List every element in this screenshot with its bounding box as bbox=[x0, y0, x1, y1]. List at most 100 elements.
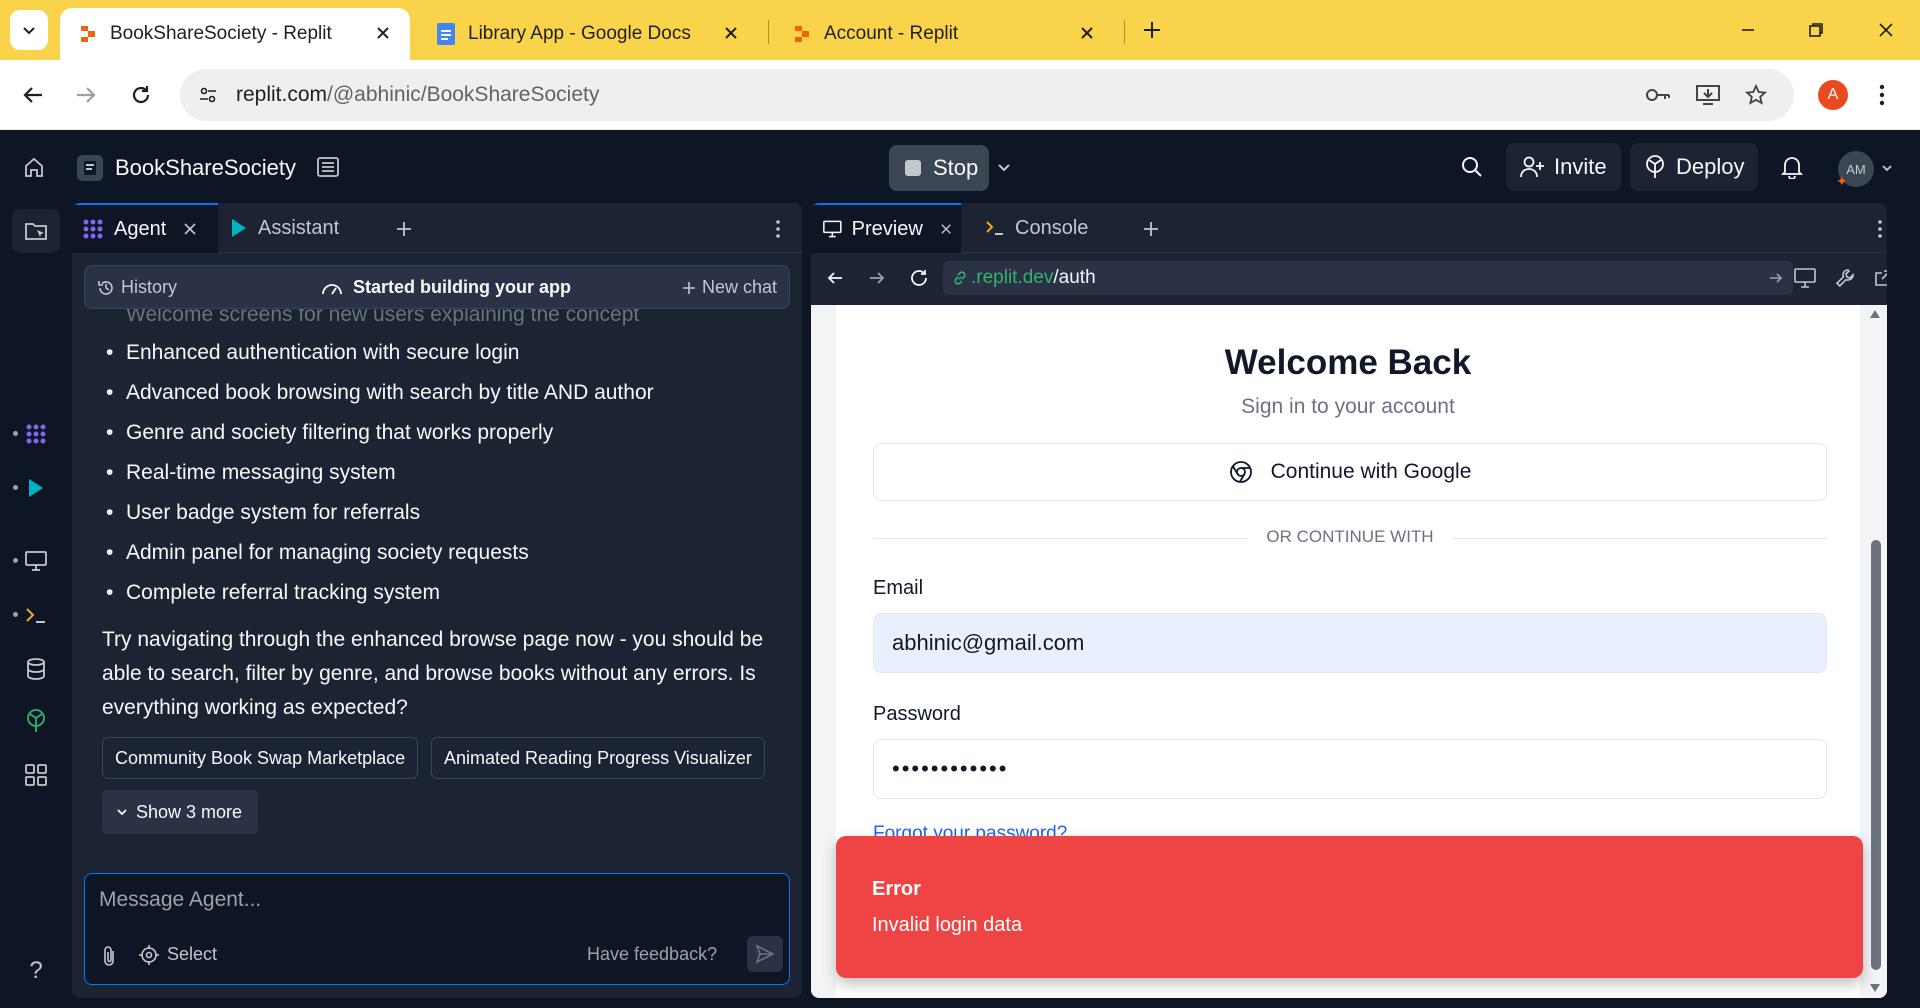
chevron-down-icon[interactable] bbox=[1878, 159, 1896, 177]
search-icon bbox=[1462, 157, 1482, 177]
minimize-icon bbox=[1742, 29, 1754, 31]
stop-button[interactable]: Stop bbox=[889, 145, 989, 191]
minimize-button[interactable] bbox=[1728, 12, 1768, 48]
browser-tab-replit[interactable]: BookShareSociety - Replit bbox=[60, 8, 410, 60]
open-new-tab-button[interactable] bbox=[1871, 266, 1887, 290]
help-button[interactable]: ? bbox=[24, 955, 48, 987]
reload-icon bbox=[911, 270, 927, 286]
close-icon[interactable] bbox=[1076, 22, 1098, 44]
preview-scrollbar[interactable] bbox=[1863, 305, 1887, 998]
close-icon[interactable] bbox=[184, 223, 196, 235]
run-options-button[interactable] bbox=[992, 155, 1016, 179]
email-field[interactable]: abhinic@gmail.com bbox=[873, 613, 1827, 673]
browser-tab-google-docs[interactable]: Library App - Google Docs bbox=[418, 8, 758, 60]
close-window-button[interactable] bbox=[1866, 12, 1906, 48]
password-key-icon[interactable] bbox=[1644, 81, 1672, 109]
preview-forward-button[interactable] bbox=[865, 266, 889, 290]
arrow-left-icon bbox=[827, 272, 842, 284]
scrollbar-thumb[interactable] bbox=[1871, 540, 1881, 970]
close-icon[interactable] bbox=[941, 223, 951, 235]
agent-icon bbox=[83, 219, 103, 239]
browser-tab-account[interactable]: Account - Replit bbox=[774, 8, 1114, 60]
profile-avatar[interactable]: A bbox=[1818, 80, 1848, 110]
add-tab-button[interactable] bbox=[391, 216, 417, 242]
tab-agent[interactable]: Agent bbox=[72, 203, 218, 253]
tab-console-label: Console bbox=[1015, 216, 1089, 239]
replit-icon bbox=[76, 22, 100, 46]
back-button[interactable] bbox=[15, 77, 51, 113]
more-vertical-icon bbox=[776, 220, 780, 238]
panel-menu-button[interactable] bbox=[768, 217, 788, 241]
preview-reload-button[interactable] bbox=[907, 266, 931, 290]
add-tab-button[interactable] bbox=[1138, 216, 1164, 242]
project-name[interactable]: BookShareSociety bbox=[115, 155, 296, 181]
assistant-tool[interactable] bbox=[12, 466, 60, 510]
project-details-button[interactable] bbox=[312, 151, 344, 183]
all-tools-button[interactable] bbox=[12, 753, 60, 797]
deployments-tool[interactable] bbox=[12, 699, 60, 743]
assistant-icon bbox=[232, 219, 246, 237]
preview-url-field[interactable]: .replit.dev/auth bbox=[943, 261, 1793, 295]
list-item: Genre and society filtering that works p… bbox=[102, 413, 782, 453]
tab-assistant[interactable]: Assistant bbox=[228, 203, 378, 253]
site-info-icon[interactable] bbox=[194, 81, 222, 109]
suggestion-chip[interactable]: Community Book Swap Marketplace bbox=[102, 737, 419, 779]
tab-console[interactable]: Console bbox=[973, 203, 1123, 253]
suggestion-chip[interactable]: Animated Reading Progress Visualizer bbox=[431, 737, 765, 779]
error-toast[interactable]: Error Invalid login data bbox=[836, 836, 1863, 978]
agent-tool[interactable] bbox=[12, 412, 60, 456]
password-label: Password bbox=[873, 703, 961, 725]
history-button[interactable]: History bbox=[97, 277, 177, 298]
password-field[interactable]: •••••••••••• bbox=[873, 739, 1827, 799]
arrow-right-icon bbox=[870, 272, 885, 284]
close-icon[interactable] bbox=[372, 22, 394, 44]
deploy-icon bbox=[1646, 155, 1664, 178]
help-icon: ? bbox=[29, 957, 43, 984]
go-arrow-icon[interactable] bbox=[1767, 269, 1785, 287]
file-tree-toggle[interactable] bbox=[12, 209, 60, 253]
tab-search-button[interactable] bbox=[10, 10, 48, 50]
forward-button[interactable] bbox=[68, 77, 104, 113]
chat-messages[interactable]: Welcome screens for new users explaining… bbox=[72, 303, 802, 863]
database-tool[interactable] bbox=[12, 647, 60, 691]
devices-button[interactable] bbox=[1793, 266, 1817, 290]
home-button[interactable] bbox=[16, 149, 52, 185]
search-button[interactable] bbox=[1456, 151, 1488, 183]
bookmark-star-icon[interactable] bbox=[1742, 81, 1770, 109]
new-tab-button[interactable] bbox=[1136, 14, 1168, 46]
close-icon[interactable] bbox=[720, 22, 742, 44]
notifications-button[interactable] bbox=[1776, 151, 1808, 183]
invite-label: Invite bbox=[1554, 154, 1607, 179]
scroll-up-icon[interactable] bbox=[1869, 309, 1881, 319]
browser-tabstrip: BookShareSociety - Replit Library App - … bbox=[0, 0, 1920, 60]
terminal-icon bbox=[26, 608, 45, 623]
agent-panel: Agent Assistant Welcome screens for new … bbox=[72, 203, 802, 998]
preview-back-button[interactable] bbox=[823, 266, 847, 290]
reload-button[interactable] bbox=[123, 77, 159, 113]
new-chat-button[interactable]: New chat bbox=[682, 277, 777, 298]
console-tool[interactable] bbox=[12, 593, 60, 637]
history-label: History bbox=[121, 277, 178, 297]
restore-button[interactable] bbox=[1796, 12, 1836, 48]
browser-menu-button[interactable] bbox=[1872, 80, 1892, 110]
feedback-link[interactable]: Have feedback? bbox=[587, 944, 717, 965]
address-bar[interactable]: replit.com/@abhinic/BookShareSociety bbox=[180, 69, 1794, 121]
scroll-down-icon[interactable] bbox=[1869, 983, 1881, 993]
select-element-button[interactable]: Select bbox=[139, 944, 217, 965]
message-input[interactable]: Message Agent... Select Have feedback? bbox=[84, 873, 790, 985]
install-app-icon[interactable] bbox=[1694, 81, 1722, 109]
monitor-icon bbox=[25, 551, 47, 571]
url-host: replit.com bbox=[236, 83, 328, 106]
browser-toolbar: replit.com/@abhinic/BookShareSociety A bbox=[0, 60, 1920, 130]
attach-button[interactable] bbox=[97, 944, 121, 968]
show-more-button[interactable]: Show 3 more bbox=[102, 790, 258, 834]
devtools-button[interactable] bbox=[1833, 266, 1857, 290]
invite-button[interactable]: Invite bbox=[1506, 143, 1621, 191]
panel-menu-button[interactable] bbox=[1873, 217, 1887, 241]
send-button[interactable] bbox=[747, 936, 783, 972]
preview-tool[interactable] bbox=[12, 539, 60, 583]
list-item: Complete referral tracking system bbox=[102, 573, 782, 613]
tab-preview[interactable]: Preview bbox=[811, 203, 961, 253]
deploy-button[interactable]: Deploy bbox=[1630, 143, 1759, 191]
google-signin-button[interactable]: Continue with Google bbox=[873, 443, 1827, 501]
